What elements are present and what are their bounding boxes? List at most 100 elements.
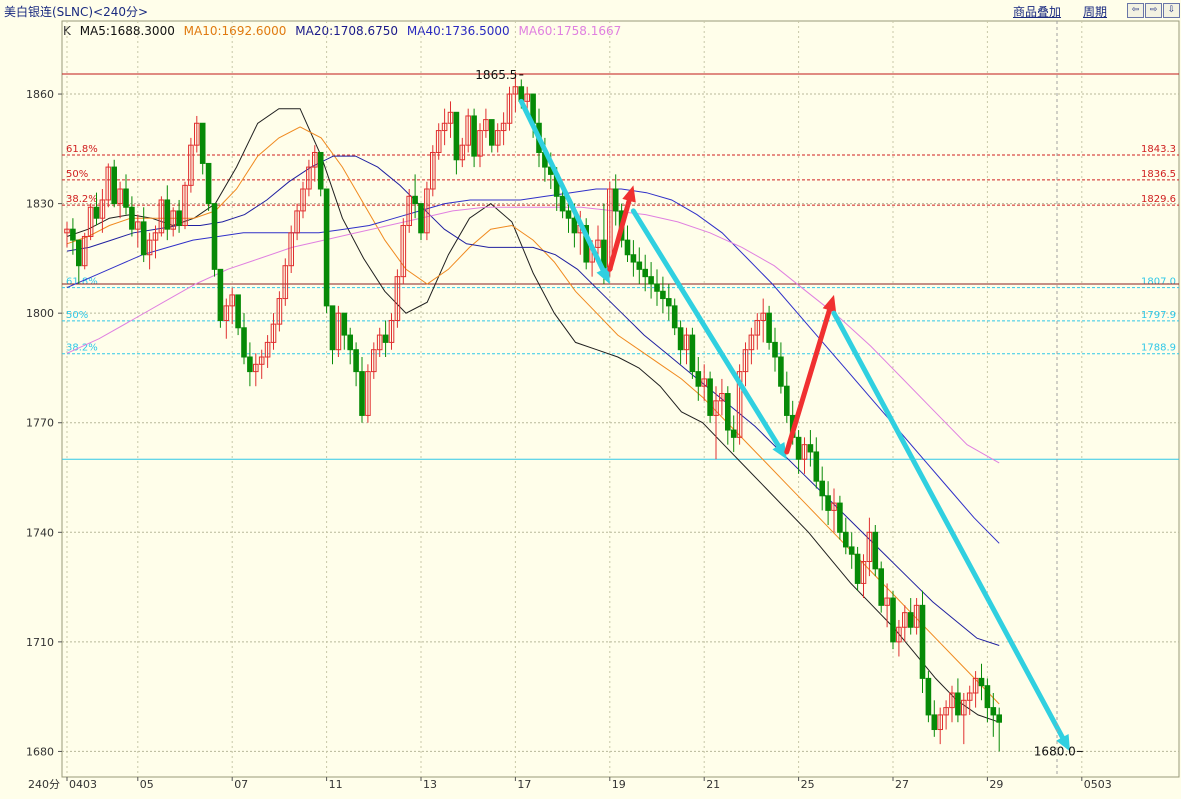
candle [435,123,442,160]
candle-body [164,199,171,230]
candle [500,112,507,146]
candle-body [636,261,643,270]
candle [978,663,985,701]
y-tick-label: 1830 [26,198,54,211]
x-tick-label: 17 [517,778,531,791]
candle [919,590,926,693]
candle [282,258,289,306]
candle-body [837,502,843,533]
candle [730,415,737,452]
candle [677,320,684,365]
candle-body [235,294,241,329]
candle [489,119,495,153]
candle-body [111,166,118,205]
candle [907,598,914,635]
candle-body [247,356,253,373]
candle [689,327,696,379]
candle [931,700,938,737]
candle [819,466,826,511]
candle-body [317,151,324,190]
down-trend-arrow [518,98,610,284]
candle-body [241,327,247,358]
candle [99,189,106,233]
candle [671,298,678,336]
candle [288,225,294,273]
fib-upper-value-label: 1836.5 [1141,169,1176,180]
candle-body [489,119,495,146]
candle [766,305,772,350]
candle [955,678,961,723]
candle-body [925,677,932,716]
candle-body [996,714,1003,723]
candle [105,163,112,208]
candle [972,671,979,708]
candle [235,294,241,336]
y-tick-label: 1800 [26,307,54,320]
ma10-line [66,126,1000,705]
candle-body [123,188,129,208]
candle-body [329,305,336,351]
fib-lower-value-label: 1797.9 [1141,310,1176,321]
candle [317,151,324,197]
candle [630,240,637,277]
candle-body [205,162,212,205]
candle [453,111,460,175]
candle [666,283,672,321]
fib-lower-ratio-label: 50% [66,310,88,321]
candle [359,357,365,423]
candle [760,298,767,343]
candle-body [624,239,631,256]
arrow-head [822,294,837,313]
candle [382,320,389,357]
candle [140,207,147,263]
candle [111,159,118,208]
candle-body [642,268,649,278]
candle [371,342,377,379]
candle-body [872,531,879,570]
x-tick-label: 13 [423,778,437,791]
candle [447,101,454,138]
y-tick-label: 1680 [26,745,54,758]
fib-upper-value-label: 1829.6 [1141,194,1176,205]
y-tick-label: 1740 [26,526,54,539]
fib-upper-ratio-label: 50% [66,169,88,180]
candle [300,181,306,219]
candle [848,532,855,569]
y-tick-label: 1710 [26,636,54,649]
candle-body [140,221,147,256]
candle-body [418,203,424,234]
candle [205,162,212,211]
candle [984,678,991,723]
candle-body [778,356,784,387]
candle [441,108,448,146]
candle-body [807,444,814,453]
up-trend-arrow [784,294,837,455]
ma60-line [66,206,1000,464]
candle [418,203,424,241]
candle [754,313,761,350]
candle [483,108,489,138]
y-tick-label: 1770 [26,417,54,430]
candle [843,517,849,555]
ma40-line [66,188,1000,544]
candle [742,342,749,387]
candle [223,298,230,339]
candle-body [70,228,76,241]
candle [335,305,342,357]
candle [925,671,932,723]
candle-body [931,714,938,731]
candle-body [984,685,991,709]
candle [194,115,200,153]
candle [158,196,165,237]
candle [365,364,371,423]
candle [247,342,253,387]
candle [648,262,654,299]
candle [654,269,660,306]
candle [400,218,407,284]
candle [683,327,690,365]
candle-body [725,393,731,431]
candle [612,174,619,226]
candlestick-chart[interactable]: 1860 1830 1800 1770 1740 1710 1680 0403 05 07 11 1… [0,0,1181,799]
candle [890,590,896,650]
candle [229,287,235,325]
